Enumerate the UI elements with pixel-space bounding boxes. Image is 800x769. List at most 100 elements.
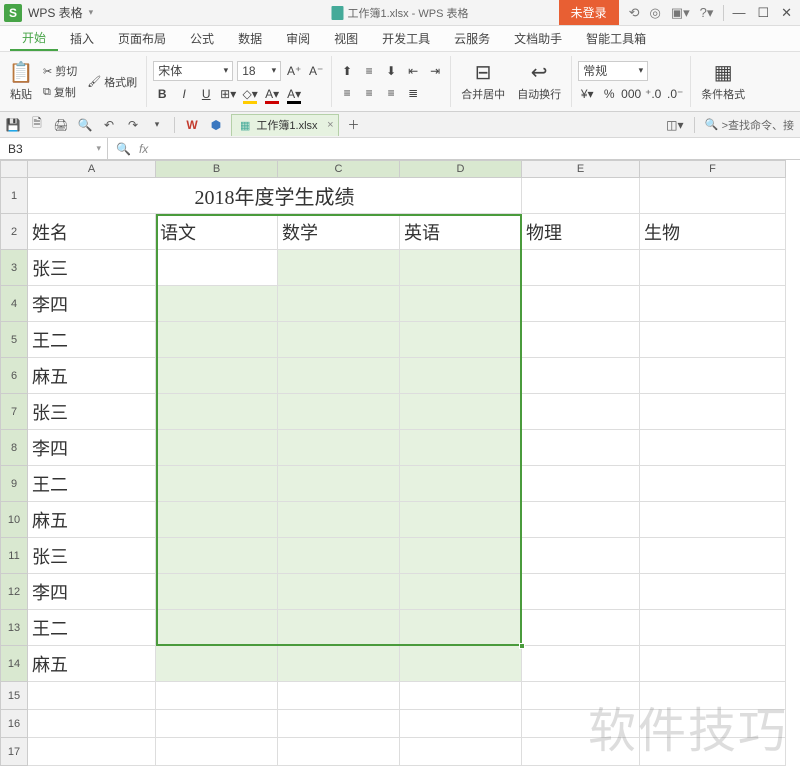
cell[interactable] [400, 466, 522, 502]
cell[interactable]: 张三 [28, 538, 156, 574]
ribbon-tab-review[interactable]: 审阅 [274, 26, 322, 51]
sheet-tab-close-button[interactable]: × [327, 119, 333, 131]
cell[interactable] [156, 502, 278, 538]
currency-button[interactable]: ¥▾ [578, 85, 596, 103]
cell[interactable] [522, 394, 640, 430]
cell[interactable] [522, 322, 640, 358]
cell[interactable] [400, 738, 522, 766]
row-header[interactable]: 8 [0, 430, 28, 466]
indent-inc-button[interactable]: ⇥ [426, 62, 444, 80]
cell[interactable] [156, 430, 278, 466]
dec-decimal-button[interactable]: .0⁻ [666, 85, 684, 103]
cell[interactable] [156, 322, 278, 358]
cell[interactable] [28, 738, 156, 766]
saveas-icon[interactable]: 🗎 [28, 116, 46, 134]
cell[interactable] [400, 430, 522, 466]
cell[interactable] [278, 610, 400, 646]
column-header[interactable]: D [400, 160, 522, 178]
cell[interactable] [522, 466, 640, 502]
print-preview-icon[interactable]: 🔍 [76, 116, 94, 134]
row-header[interactable]: 1 [0, 178, 28, 214]
redo-icon[interactable]: ↷ [124, 116, 142, 134]
header-cell[interactable]: 英语 [400, 214, 522, 250]
cell[interactable] [400, 322, 522, 358]
justify-button[interactable]: ≣ [404, 84, 422, 102]
cell[interactable] [522, 538, 640, 574]
formula-input[interactable] [156, 138, 800, 159]
cell[interactable] [640, 502, 786, 538]
cell[interactable] [156, 574, 278, 610]
auto-wrap-button[interactable]: ↩ 自动换行 [513, 60, 565, 104]
font-size-select[interactable]: 18▾ [237, 61, 281, 81]
cell[interactable] [400, 502, 522, 538]
cell[interactable] [522, 574, 640, 610]
cell[interactable] [278, 646, 400, 682]
title-cell[interactable]: 2018年度学生成绩 [28, 178, 522, 214]
row-header[interactable]: 10 [0, 502, 28, 538]
close-button[interactable]: ✕ [781, 5, 792, 21]
cell[interactable] [522, 358, 640, 394]
cell[interactable] [522, 430, 640, 466]
cloud-icon[interactable]: ◎ [650, 5, 661, 21]
align-bot-button[interactable]: ⬇ [382, 62, 400, 80]
sync-icon[interactable]: ⟲ [629, 5, 640, 21]
header-cell[interactable]: 数学 [278, 214, 400, 250]
align-top-button[interactable]: ⬆ [338, 62, 356, 80]
row-header[interactable]: 14 [0, 646, 28, 682]
cell[interactable] [278, 286, 400, 322]
cell[interactable] [640, 738, 786, 766]
ribbon-tab-formula[interactable]: 公式 [178, 26, 226, 51]
ribbon-tab-layout[interactable]: 页面布局 [106, 26, 178, 51]
grow-font-button[interactable]: A⁺ [285, 62, 303, 80]
ribbon-tab-smart[interactable]: 智能工具箱 [574, 26, 658, 51]
cell[interactable] [400, 394, 522, 430]
cell[interactable] [278, 322, 400, 358]
format-painter-button[interactable]: 🖌格式刷 [84, 73, 140, 91]
cell[interactable] [278, 710, 400, 738]
more-icon[interactable]: ▾ [148, 116, 166, 134]
cell[interactable]: 张三 [28, 394, 156, 430]
cell[interactable] [156, 250, 278, 286]
border-button[interactable]: ⊞▾ [219, 85, 237, 103]
select-all-corner[interactable] [0, 160, 28, 178]
cell[interactable] [522, 646, 640, 682]
cell[interactable] [640, 322, 786, 358]
header-cell[interactable]: 姓名 [28, 214, 156, 250]
skin-icon[interactable]: ▣▾ [671, 5, 690, 21]
row-header[interactable]: 5 [0, 322, 28, 358]
fill-color-button[interactable]: ◇▾ [241, 85, 259, 103]
login-button[interactable]: 未登录 [559, 0, 619, 25]
column-header[interactable]: E [522, 160, 640, 178]
percent-button[interactable]: % [600, 85, 618, 103]
underline-button[interactable]: U [197, 85, 215, 103]
ribbon-tab-dev[interactable]: 开发工具 [370, 26, 442, 51]
number-format-select[interactable]: 常规▾ [578, 61, 648, 81]
fx-button[interactable]: fx [139, 142, 148, 156]
cell[interactable] [640, 466, 786, 502]
ribbon-tab-data[interactable]: 数据 [226, 26, 274, 51]
print-icon[interactable]: 🖨 [52, 116, 70, 134]
cell[interactable] [28, 682, 156, 710]
w-icon[interactable]: W [183, 116, 201, 134]
spreadsheet-area[interactable]: ABCDEF12018年度学生成绩2姓名语文数学英语物理生物3张三4李四5王二6… [0, 160, 800, 769]
cell[interactable] [278, 574, 400, 610]
font-color-button[interactable]: A▾ [263, 85, 281, 103]
cell[interactable]: 王二 [28, 322, 156, 358]
cell[interactable] [156, 710, 278, 738]
cell[interactable] [640, 178, 786, 214]
align-center-button[interactable]: ≡ [360, 84, 378, 102]
cell[interactable] [156, 646, 278, 682]
font-name-select[interactable]: 宋体▾ [153, 61, 233, 81]
cell[interactable] [640, 710, 786, 738]
row-header[interactable]: 3 [0, 250, 28, 286]
row-header[interactable]: 9 [0, 466, 28, 502]
align-mid-button[interactable]: ≡ [360, 62, 378, 80]
italic-button[interactable]: I [175, 85, 193, 103]
paste-button[interactable]: 📋 粘贴 [6, 60, 36, 104]
cell[interactable] [400, 358, 522, 394]
ribbon-tab-insert[interactable]: 插入 [58, 26, 106, 51]
cell[interactable] [28, 710, 156, 738]
selection-handle[interactable] [519, 643, 525, 649]
ribbon-tab-dochelp[interactable]: 文档助手 [502, 26, 574, 51]
cell[interactable]: 麻五 [28, 502, 156, 538]
